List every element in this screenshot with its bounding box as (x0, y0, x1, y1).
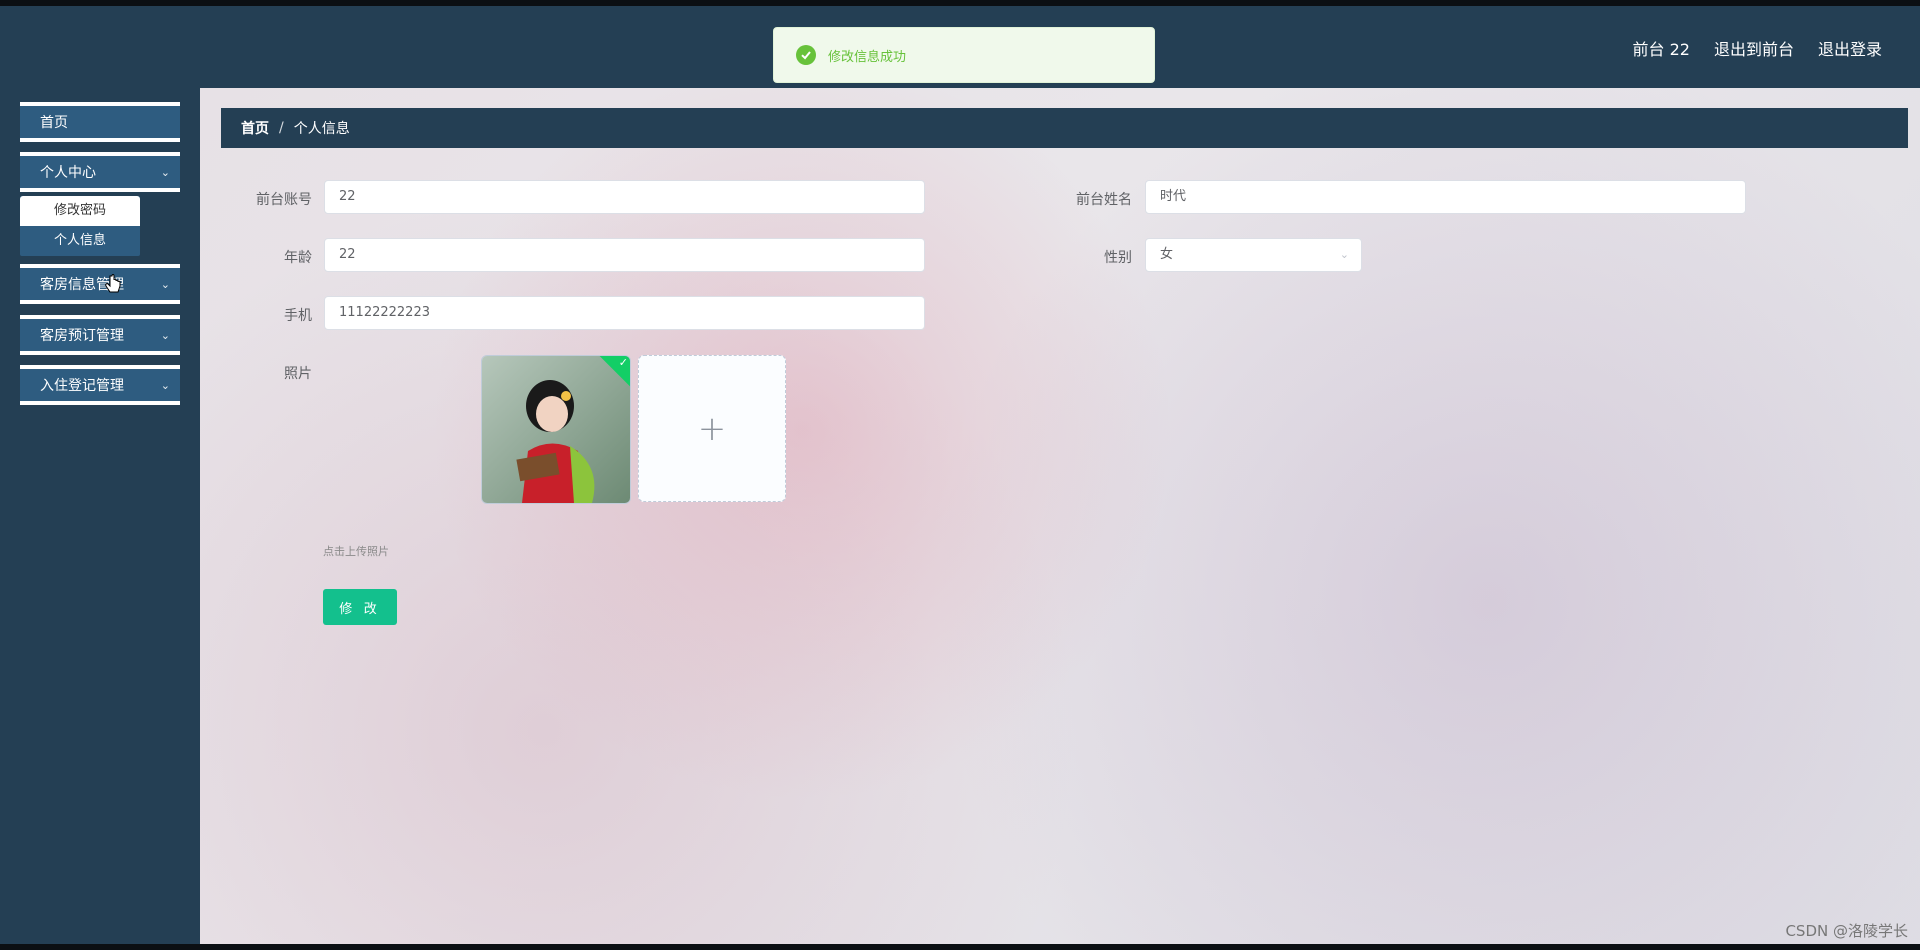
submenu-item-change-password[interactable]: 修改密码 (20, 196, 140, 226)
sidebar-item-personal-center[interactable]: 个人中心 ⌄ (20, 152, 180, 192)
sidebar-item-label: 个人中心 (40, 165, 96, 181)
sidebar-item-label: 首页 (40, 115, 68, 131)
sidebar-item-room-info[interactable]: 客房信息管理 ⌄ (20, 264, 180, 304)
sidebar: 首页 个人中心 ⌄ 修改密码 个人信息 客房信息管理 ⌄ 客房预订管理 ⌄ 入住… (0, 88, 200, 944)
phone-field[interactable]: 11122222223 (324, 296, 925, 330)
photo-label: 照片 (284, 366, 312, 382)
breadcrumb: 首页 / 个人信息 (221, 108, 1908, 148)
exit-to-front-link[interactable]: 退出到前台 (1714, 36, 1794, 60)
phone-label: 手机 (284, 308, 312, 324)
sidebar-item-checkin[interactable]: 入住登记管理 ⌄ (20, 365, 180, 405)
gender-select[interactable]: 女 ⌄ (1145, 238, 1362, 272)
sidebar-item-label: 客房预订管理 (40, 328, 124, 344)
chevron-down-icon: ⌄ (160, 378, 170, 392)
upload-photo-button[interactable]: + (638, 355, 786, 502)
sidebar-item-room-booking[interactable]: 客房预订管理 ⌄ (20, 315, 180, 355)
name-label: 前台姓名 (1076, 192, 1132, 208)
chevron-down-icon: ⌄ (1339, 248, 1349, 261)
plus-icon: + (697, 408, 727, 449)
uploaded-photo[interactable]: ✓ (481, 355, 631, 504)
bottom-border (0, 944, 1920, 950)
logout-link[interactable]: 退出登录 (1818, 36, 1882, 60)
hand-cursor-icon (105, 274, 121, 293)
breadcrumb-home[interactable]: 首页 (241, 118, 269, 138)
chevron-down-icon: ⌄ (160, 277, 170, 291)
header-actions: 前台 22 退出到前台 退出登录 (1633, 36, 1882, 60)
toast-message: 修改信息成功 (828, 49, 907, 65)
account-field[interactable]: 22 (324, 180, 925, 214)
gender-label: 性别 (1104, 250, 1132, 266)
account-label: 前台账号 (256, 192, 312, 208)
personal-center-submenu: 修改密码 个人信息 (20, 196, 140, 256)
watermark: CSDN @洛陵学长 (1785, 922, 1908, 940)
age-field[interactable]: 22 (324, 238, 925, 272)
age-label: 年龄 (284, 250, 312, 266)
breadcrumb-current: 个人信息 (293, 121, 350, 137)
sidebar-item-label: 入住登记管理 (40, 378, 124, 394)
check-icon: ✓ (618, 356, 628, 369)
success-toast: 修改信息成功 (773, 27, 1155, 83)
breadcrumb-separator: / (279, 120, 284, 136)
chevron-down-icon: ⌄ (160, 165, 170, 179)
success-check-icon (796, 45, 816, 65)
chevron-down-icon: ⌄ (160, 328, 170, 342)
photo-thumbnail-image (482, 356, 630, 503)
name-field[interactable]: 时代 (1145, 180, 1746, 214)
submit-button[interactable]: 修 改 (323, 589, 397, 625)
upload-tip: 点击上传照片 (323, 545, 389, 558)
main-content: 首页 / 个人信息 前台账号 22 前台姓名 时代 年龄 22 性别 女 ⌄ 手… (200, 88, 1920, 944)
submenu-item-personal-info[interactable]: 个人信息 (20, 226, 140, 256)
gender-select-value: 女 (1160, 247, 1174, 262)
current-user-label: 前台 22 (1632, 40, 1690, 59)
sidebar-item-home[interactable]: 首页 (20, 102, 180, 142)
